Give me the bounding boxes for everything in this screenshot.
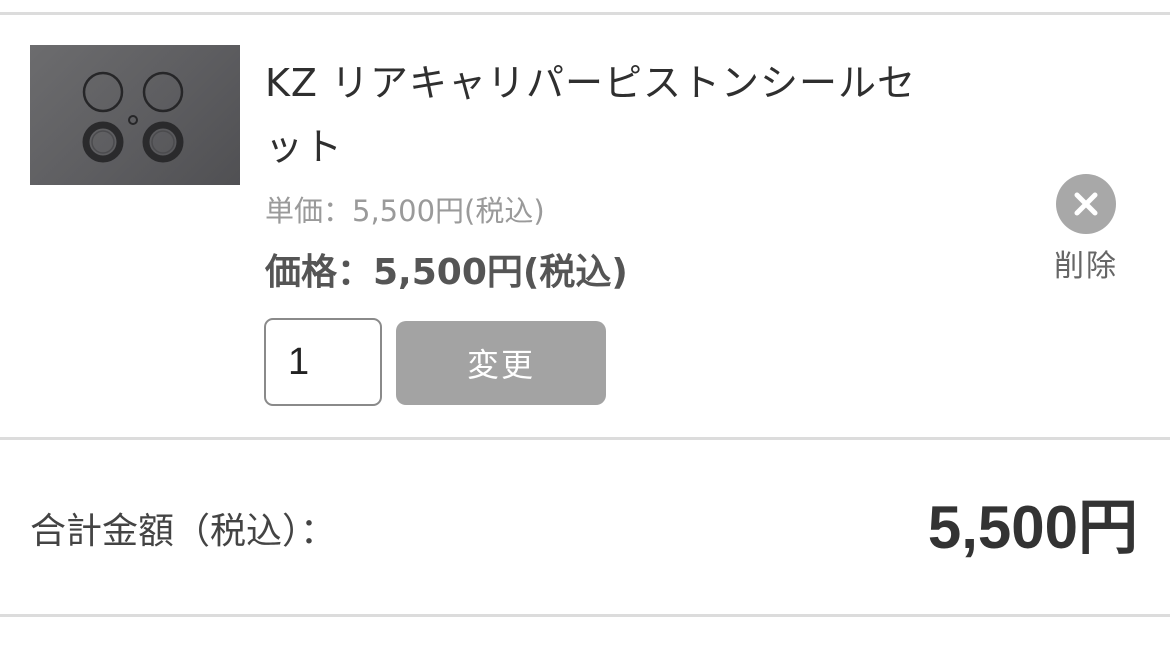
close-circle-icon[interactable] (1055, 173, 1117, 235)
divider-bottom (0, 614, 1170, 617)
total-row: 合計金額（税込）： 5,500円 (0, 440, 1170, 614)
piston-seal-set-photo (82, 71, 184, 163)
total-value: 5,500円 (927, 494, 1138, 561)
product-thumbnail[interactable] (30, 45, 240, 185)
cart-item: KZ リアキャリパーピストンシールセット 単価：5,500円(税込) 価格：5,… (0, 15, 1170, 437)
item-price: 価格：5,500円(税込) (265, 252, 628, 293)
quantity-input[interactable] (264, 318, 382, 406)
delete-button[interactable]: 削除 (1038, 173, 1134, 284)
total-label: 合計金額（税込）： (30, 511, 337, 552)
delete-label: 削除 (1054, 249, 1118, 284)
product-name[interactable]: KZ リアキャリパーピストンシールセット (265, 51, 945, 179)
unit-price: 単価：5,500円(税込) (265, 194, 545, 228)
change-quantity-button[interactable]: 変更 (396, 321, 606, 405)
